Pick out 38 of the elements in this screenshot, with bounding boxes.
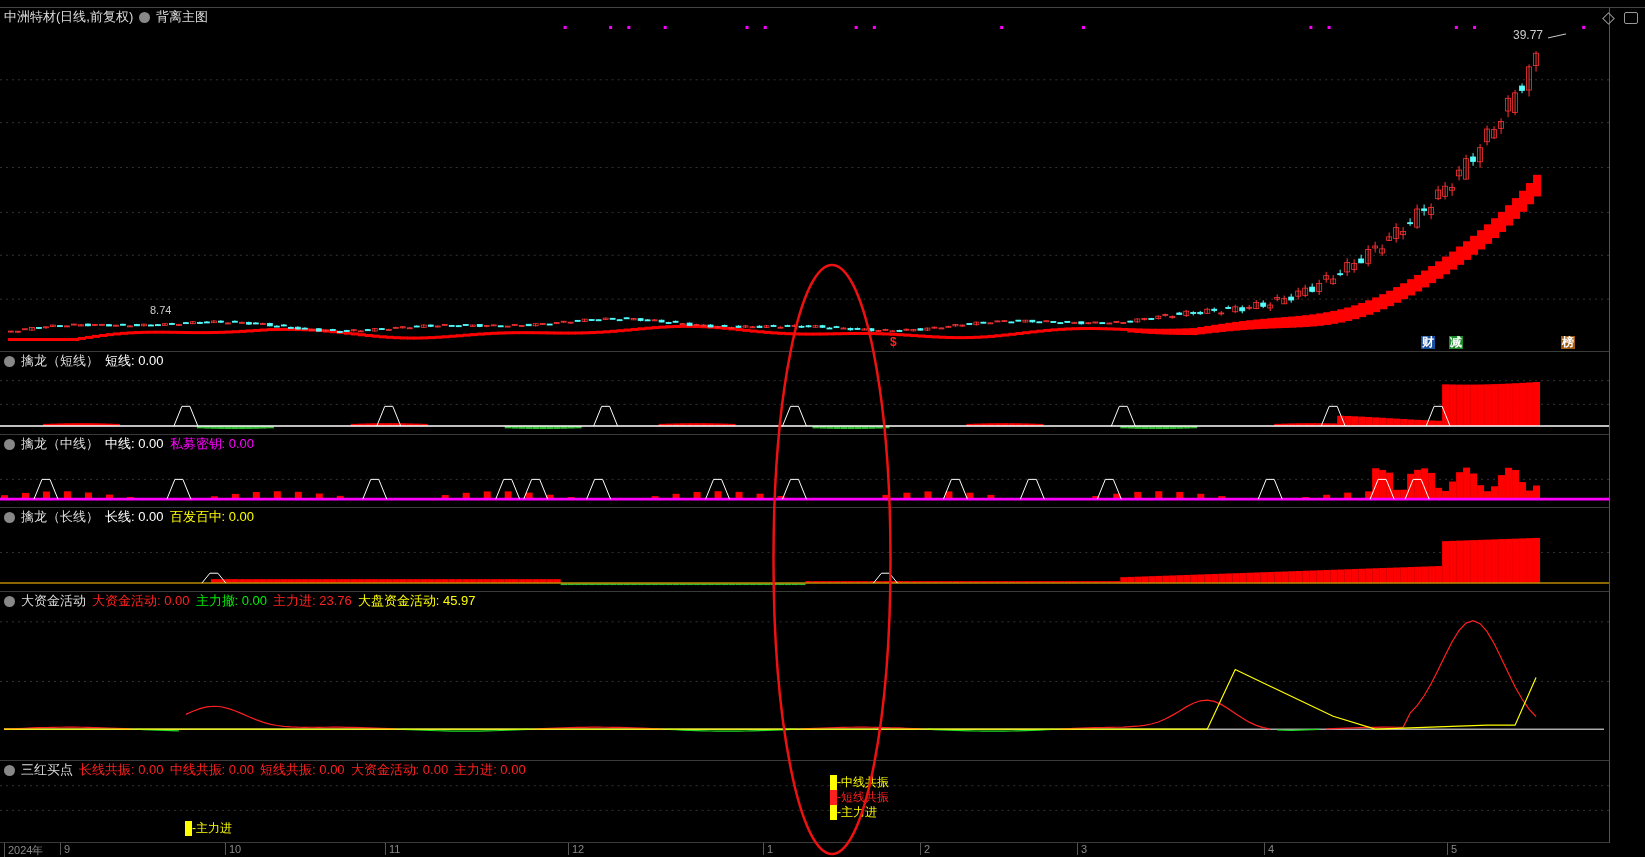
event-marker[interactable]: 财 xyxy=(1421,336,1435,349)
indicator-name[interactable]: 背离主图 xyxy=(156,8,209,26)
indicator-name[interactable]: 擒龙（短线） xyxy=(21,352,99,370)
indicator-value: 私募密钥: 0.00 xyxy=(169,435,255,453)
indicator-value: 短线: 0.00 xyxy=(105,352,164,370)
indicator-value: 大资金活动: 0.00 xyxy=(92,592,190,610)
stock-title: 中洲特材(日线,前复权) xyxy=(4,8,134,26)
indicator-value: 大资金活动: 0.00 xyxy=(350,761,449,779)
indicator-value: 长线共振: 0.00 xyxy=(79,761,164,779)
indicator-value: 短线共振: 0.00 xyxy=(260,761,345,779)
indicator-name[interactable]: 擒龙（中线） xyxy=(21,435,99,453)
event-marker[interactable]: 榜 xyxy=(1561,336,1575,349)
indicator-value: 中线: 0.00 xyxy=(105,435,164,453)
indicator-name[interactable]: 大资金活动 xyxy=(21,592,86,610)
indicator-value: 大盘资金活动: 45.97 xyxy=(357,592,476,610)
date-axis-label: 12 xyxy=(568,843,585,855)
indicator-value: 中线共振: 0.00 xyxy=(169,761,255,779)
date-axis-label: 9 xyxy=(60,843,71,855)
event-marker[interactable]: 减 xyxy=(1449,336,1463,349)
indicator-name[interactable]: 擒龙（长线） xyxy=(21,508,99,526)
date-axis-label: 11 xyxy=(385,843,401,855)
event-marker[interactable]: $ xyxy=(889,336,898,349)
indicator-value: 主力撤: 0.00 xyxy=(195,592,268,610)
high-price-label: 39.77 xyxy=(1513,28,1544,42)
date-axis-label: 2024年 xyxy=(4,843,44,857)
signal-label: -主力进 xyxy=(192,820,232,837)
date-axis-label: 1 xyxy=(763,843,774,855)
date-axis-label: 5 xyxy=(1447,843,1458,855)
date-axis-label: 10 xyxy=(225,843,242,855)
indicator-value: 长线: 0.00 xyxy=(105,508,164,526)
low-price-label: 8.74 xyxy=(150,304,172,316)
indicator-name[interactable]: 三红买点 xyxy=(21,761,73,779)
indicator-value: 主力进: 23.76 xyxy=(273,592,352,610)
indicator-value: 百发百中: 0.00 xyxy=(169,508,255,526)
date-axis-label: 3 xyxy=(1077,843,1088,855)
indicator-value: 主力进: 0.00 xyxy=(454,761,526,779)
date-axis-label: 4 xyxy=(1264,843,1275,855)
date-axis-label: 2 xyxy=(920,843,931,855)
